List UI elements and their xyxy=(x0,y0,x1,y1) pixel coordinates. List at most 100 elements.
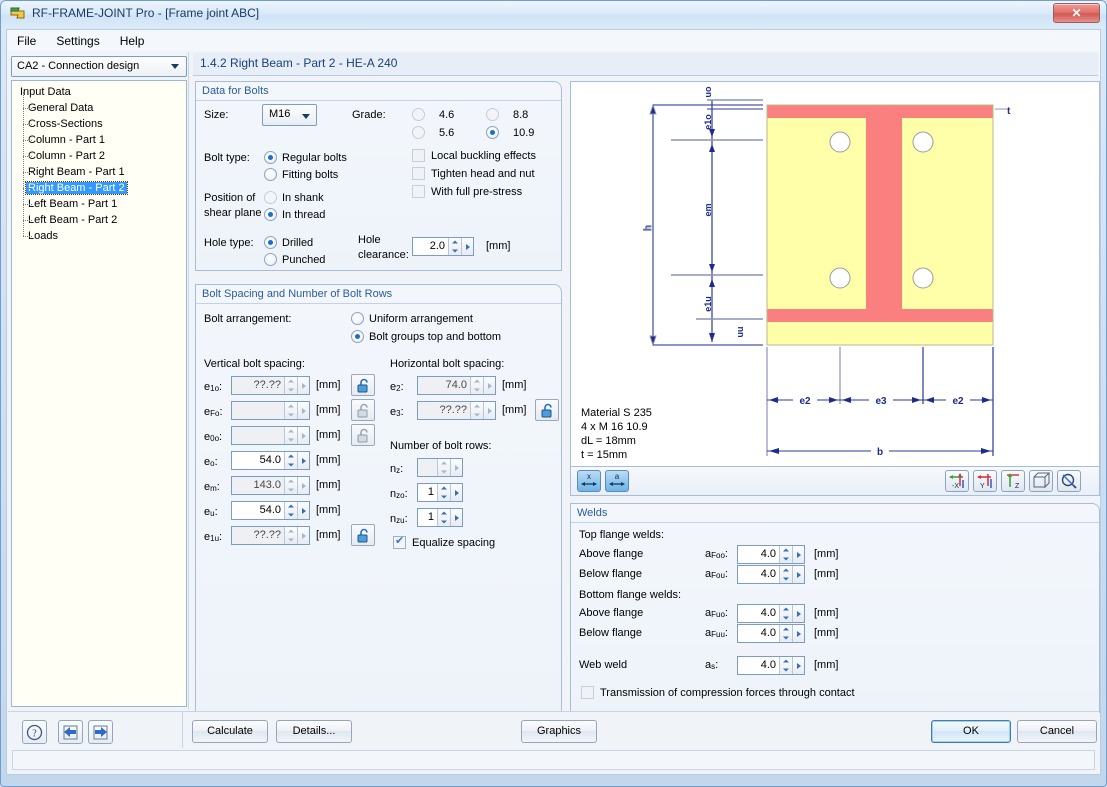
field-nzu[interactable]: 1 xyxy=(417,508,463,527)
field-eu[interactable]: 54.0 xyxy=(231,501,310,520)
expand-arrow-icon[interactable] xyxy=(792,625,804,642)
expand-arrow-icon[interactable] xyxy=(483,377,495,394)
lock-button-e3[interactable] xyxy=(535,399,559,421)
field-nz[interactable] xyxy=(417,458,463,477)
checkbox-local-buckling[interactable] xyxy=(412,149,425,162)
cancel-button[interactable]: Cancel xyxy=(1017,720,1097,743)
field-aFuu[interactable]: 4.0 xyxy=(737,624,805,643)
field-nzo[interactable]: 1 xyxy=(417,483,463,502)
spinner-up-down-icon[interactable] xyxy=(779,657,792,674)
spinner-up-down-icon[interactable] xyxy=(284,452,297,469)
view-y-button[interactable]: Y xyxy=(973,470,997,492)
help-button[interactable]: ? xyxy=(22,720,47,744)
tree-root-input-data[interactable]: Input Data xyxy=(12,84,186,100)
expand-arrow-icon[interactable] xyxy=(792,657,804,674)
radio-in-shank[interactable] xyxy=(264,191,277,204)
ok-button[interactable]: OK xyxy=(931,720,1011,743)
bolt-size-combobox[interactable]: M16 xyxy=(262,104,317,126)
lock-button-e0o[interactable] xyxy=(351,424,375,446)
tree-item-cross-sections[interactable]: Cross-Sections xyxy=(12,108,186,132)
spinner-up-down-icon[interactable] xyxy=(284,502,297,519)
expand-arrow-icon[interactable] xyxy=(461,238,473,255)
radio-uniform-arrangement[interactable] xyxy=(351,312,364,325)
expand-arrow-icon[interactable] xyxy=(792,546,804,563)
expand-arrow-icon[interactable] xyxy=(450,484,462,501)
field-eFo[interactable] xyxy=(231,401,310,420)
checkbox-full-prestress[interactable] xyxy=(412,185,425,198)
tree-item-left-beam-part-1[interactable]: Left Beam - Part 1 xyxy=(12,188,186,212)
radio-regular-bolts[interactable] xyxy=(264,151,277,164)
checkbox-transmission-compression[interactable] xyxy=(581,686,594,699)
expand-arrow-icon[interactable] xyxy=(297,527,309,544)
expand-arrow-icon[interactable] xyxy=(792,605,804,622)
spinner-up-down-icon[interactable] xyxy=(779,625,792,642)
field-e0o[interactable] xyxy=(231,426,310,445)
details-button[interactable]: Details... xyxy=(276,720,352,743)
tree-item-loads[interactable]: Loads xyxy=(12,220,186,244)
spinner-up-down-icon[interactable] xyxy=(284,527,297,544)
field-as[interactable]: 4.0 xyxy=(737,656,805,675)
zoom-button[interactable] xyxy=(1057,470,1081,492)
close-button[interactable]: ✕ xyxy=(1053,3,1100,23)
lock-button-e1o[interactable] xyxy=(351,374,375,396)
expand-arrow-icon[interactable] xyxy=(450,459,462,476)
field-em[interactable]: 143.0 xyxy=(231,476,310,495)
expand-arrow-icon[interactable] xyxy=(792,566,804,583)
menu-item-file[interactable]: File xyxy=(7,32,46,50)
chevron-down-icon[interactable] xyxy=(166,57,183,76)
radio-grade-8-8[interactable] xyxy=(486,108,499,121)
isometric-view-button[interactable] xyxy=(1029,470,1053,492)
expand-arrow-icon[interactable] xyxy=(297,502,309,519)
calculate-button[interactable]: Calculate xyxy=(192,720,268,743)
radio-grade-5-6[interactable] xyxy=(412,126,425,139)
spinner-up-down-icon[interactable] xyxy=(437,459,450,476)
input-data-tree[interactable]: Input Data General Data Cross-Sections C… xyxy=(11,80,187,707)
expand-arrow-icon[interactable] xyxy=(297,427,309,444)
field-e2[interactable]: 74.0 xyxy=(417,376,496,395)
radio-punched[interactable] xyxy=(264,253,277,266)
expand-arrow-icon[interactable] xyxy=(297,377,309,394)
spinner-up-down-icon[interactable] xyxy=(779,566,792,583)
tree-item-general-data[interactable]: General Data xyxy=(12,92,186,116)
previous-button[interactable] xyxy=(58,720,83,744)
spinner-up-down-icon[interactable] xyxy=(284,477,297,494)
next-button[interactable] xyxy=(88,720,113,744)
radio-in-thread[interactable] xyxy=(264,208,277,221)
lock-button-e1u[interactable] xyxy=(351,524,375,546)
graphics-button[interactable]: Graphics xyxy=(521,720,597,743)
expand-arrow-icon[interactable] xyxy=(297,402,309,419)
a-dimension-button[interactable]: a xyxy=(605,470,629,492)
tree-item-right-beam-part-1[interactable]: Right Beam - Part 1 xyxy=(12,156,186,180)
tree-item-column-part-2[interactable]: Column - Part 2 xyxy=(12,140,186,164)
lock-button-eFo[interactable] xyxy=(351,399,375,421)
checkbox-tighten-head-nut[interactable] xyxy=(412,167,425,180)
view-z-button[interactable]: Z xyxy=(1001,470,1025,492)
checkbox-equalize-spacing[interactable] xyxy=(393,534,406,549)
spinner-up-down-icon[interactable] xyxy=(284,377,297,394)
x-dimension-button[interactable]: x xyxy=(577,470,601,492)
panel-splitter[interactable] xyxy=(188,52,189,709)
field-e3[interactable]: ??.?? xyxy=(417,401,496,420)
expand-arrow-icon[interactable] xyxy=(483,402,495,419)
chevron-down-icon[interactable] xyxy=(302,114,310,119)
spinner-up-down-icon[interactable] xyxy=(448,238,461,255)
tree-item-right-beam-part-2[interactable]: Right Beam - Part 2 xyxy=(12,172,186,196)
tree-item-left-beam-part-2[interactable]: Left Beam - Part 2 xyxy=(12,204,186,228)
field-aFuo[interactable]: 4.0 xyxy=(737,604,805,623)
field-e1u[interactable]: ??.?? xyxy=(231,526,310,545)
design-case-combobox[interactable]: CA2 - Connection design xyxy=(11,56,187,77)
tree-item-column-part-1[interactable]: Column - Part 1 xyxy=(12,124,186,148)
hole-clearance-field[interactable]: 2.0 xyxy=(412,237,474,256)
field-aFoo[interactable]: 4.0 xyxy=(737,545,805,564)
expand-arrow-icon[interactable] xyxy=(297,477,309,494)
spinner-up-down-icon[interactable] xyxy=(470,377,483,394)
menu-item-settings[interactable]: Settings xyxy=(46,32,109,50)
menu-item-help[interactable]: Help xyxy=(110,32,155,50)
spinner-up-down-icon[interactable] xyxy=(284,427,297,444)
spinner-up-down-icon[interactable] xyxy=(284,402,297,419)
graphics-view[interactable]: h uo e1o em e1u uu t e2 e3 e2 b Material… xyxy=(570,81,1100,467)
field-aFou[interactable]: 4.0 xyxy=(737,565,805,584)
expand-arrow-icon[interactable] xyxy=(297,452,309,469)
field-e1o[interactable]: ??.?? xyxy=(231,376,310,395)
radio-grade-10-9[interactable] xyxy=(486,126,499,139)
